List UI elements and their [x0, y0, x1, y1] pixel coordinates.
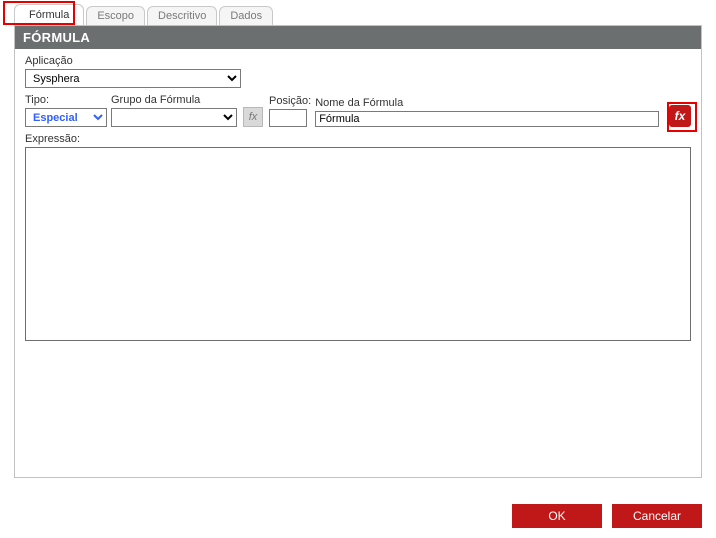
tab-dados[interactable]: Dados [219, 6, 273, 25]
tab-bar: Fórmula Escopo Descritivo Dados [0, 4, 716, 25]
fx-small-icon: fx [249, 111, 258, 123]
tipo-select[interactable]: Especial [25, 108, 107, 127]
grupo-label: Grupo da Fórmula [111, 94, 237, 106]
ok-button[interactable]: OK [512, 504, 602, 528]
link-fx-icon[interactable]: fx [243, 107, 263, 127]
tab-descritivo[interactable]: Descritivo [147, 6, 217, 25]
nome-input[interactable] [315, 111, 659, 127]
formula-panel: FÓRMULA Aplicação Sysphera Tipo: Especia… [14, 25, 702, 478]
tab-formula[interactable]: Fórmula [14, 4, 84, 25]
fx-icon: fx [675, 109, 686, 123]
expressao-textarea[interactable] [25, 147, 691, 341]
aplicacao-label: Aplicação [25, 55, 687, 67]
expressao-label: Expressão: [25, 133, 691, 145]
grupo-select[interactable] [111, 108, 237, 127]
tipo-label: Tipo: [25, 94, 107, 106]
posicao-input[interactable] [269, 109, 307, 127]
fx-button[interactable]: fx [669, 105, 691, 127]
panel-title: FÓRMULA [15, 26, 701, 49]
formula-row: Tipo: Especial Grupo da Fórmula fx Posiç… [25, 94, 691, 127]
cancel-button[interactable]: Cancelar [612, 504, 702, 528]
nome-label: Nome da Fórmula [315, 97, 659, 109]
aplicacao-select[interactable]: Sysphera [25, 69, 241, 88]
posicao-label: Posição: [269, 95, 311, 107]
tab-escopo[interactable]: Escopo [86, 6, 145, 25]
dialog-button-bar: OK Cancelar [512, 504, 702, 528]
